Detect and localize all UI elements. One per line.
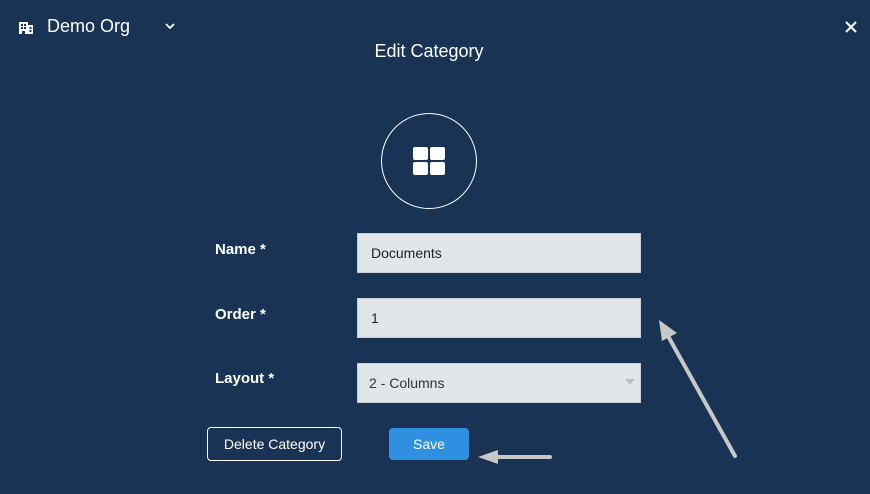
grid-layout-icon xyxy=(413,147,445,175)
caret-down-icon xyxy=(625,379,635,385)
order-input[interactable] xyxy=(357,298,641,338)
layout-label: Layout * xyxy=(215,370,275,387)
org-switcher[interactable]: Demo Org xyxy=(18,16,175,37)
name-label: Name * xyxy=(215,241,266,258)
arrow-to-order-field xyxy=(659,320,737,458)
close-icon[interactable] xyxy=(844,20,858,34)
category-icon-preview[interactable] xyxy=(381,113,477,209)
layout-select-value[interactable]: 2 - Columns xyxy=(357,363,641,403)
save-button[interactable]: Save xyxy=(389,428,469,460)
name-input[interactable] xyxy=(357,233,641,273)
chevron-down-icon[interactable] xyxy=(164,20,176,32)
dialog-title: Edit Category xyxy=(374,41,484,61)
delete-category-button[interactable]: Delete Category xyxy=(207,427,342,461)
arrow-to-save-button xyxy=(478,450,552,464)
order-label: Order * xyxy=(215,306,266,323)
building-icon xyxy=(19,21,33,34)
layout-select[interactable]: 2 - Columns xyxy=(357,363,641,403)
org-name: Demo Org xyxy=(47,16,131,36)
